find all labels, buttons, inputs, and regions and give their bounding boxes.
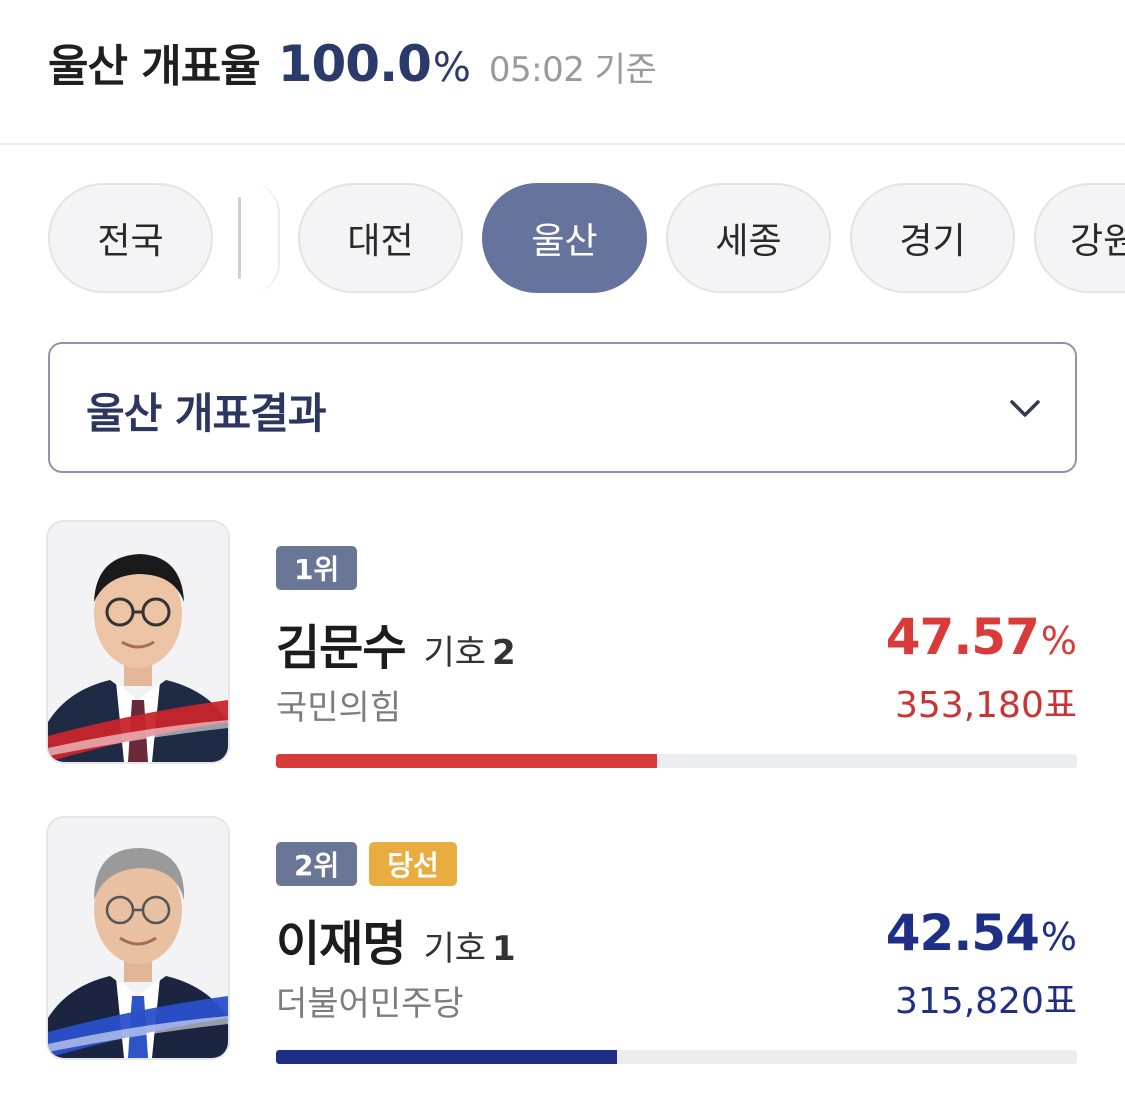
tab-gangwon[interactable]: 강원	[1034, 183, 1125, 293]
vote-share-fill	[276, 754, 658, 768]
candidate-name: 이재명	[276, 916, 406, 972]
vote-count: 353,180표	[895, 685, 1077, 726]
vote-share-fill	[276, 1050, 617, 1064]
symbol-number: 2	[492, 633, 516, 673]
party-name: 국민의힘	[276, 688, 402, 728]
symbol-number: 1	[492, 929, 516, 969]
vote-percent-unit: %	[1040, 915, 1077, 959]
update-time: 05:02 기준	[488, 50, 657, 90]
count-rate: 100.0	[277, 35, 432, 93]
region-tabs[interactable]: 전국 대전 울산 세종 경기 강원	[0, 183, 1125, 295]
vote-percent: 42.54	[885, 904, 1040, 962]
vote-share-bar	[276, 1050, 1077, 1064]
rank-badge: 2위	[276, 842, 358, 886]
candidate-card[interactable]: 2위 당선 이재명 기호 1 더불어민주당 42.54 % 315,820표	[48, 818, 1077, 1078]
vote-percent-unit: %	[1040, 619, 1077, 663]
winner-badge: 당선	[369, 842, 457, 886]
count-rate-unit: %	[432, 45, 471, 91]
tab-daejeon[interactable]: 대전	[298, 183, 463, 293]
candidate-photo	[48, 522, 228, 762]
symbol-label: 기호	[423, 633, 487, 673]
tab-national[interactable]: 전국	[48, 183, 213, 293]
party-name: 더불어민주당	[276, 984, 464, 1024]
candidate-card[interactable]: 1위 김문수 기호 2 국민의힘 47.57 % 353,180표	[48, 522, 1077, 782]
vote-percent: 47.57	[885, 608, 1040, 666]
tab-sejong[interactable]: 세종	[666, 183, 831, 293]
result-dropdown[interactable]: 울산 개표결과	[48, 342, 1077, 473]
tab-gyeonggi[interactable]: 경기	[850, 183, 1015, 293]
vote-count: 315,820표	[895, 981, 1077, 1022]
page-title: 울산 개표율	[48, 41, 261, 92]
symbol-label: 기호	[423, 929, 487, 969]
rank-badge: 1위	[276, 546, 358, 590]
candidate-name: 김문수	[276, 620, 406, 676]
tab-ulsan[interactable]: 울산	[482, 183, 647, 293]
vote-share-bar	[276, 754, 1077, 768]
header-divider	[0, 143, 1125, 145]
tab-partial	[250, 183, 280, 293]
dropdown-label: 울산 개표결과	[86, 389, 326, 438]
candidate-photo	[48, 818, 228, 1058]
chevron-down-icon	[1010, 400, 1040, 417]
page-header: 울산 개표율 100.0 % 05:02 기준	[48, 30, 657, 100]
tab-separator	[238, 197, 241, 279]
